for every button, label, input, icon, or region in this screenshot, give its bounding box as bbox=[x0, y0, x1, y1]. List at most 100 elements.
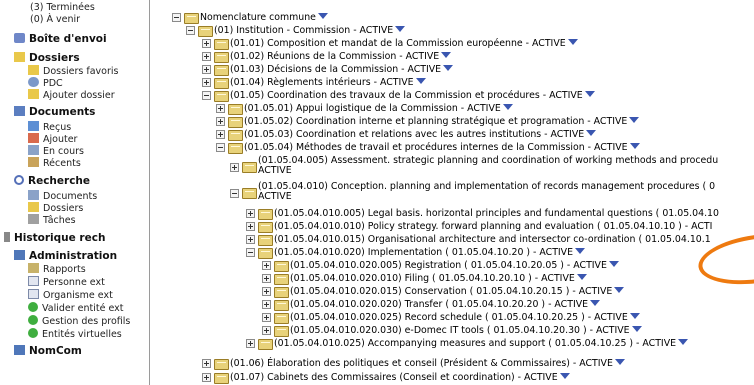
tree-label: (01.05.04.005) Assessment. strategic pla… bbox=[258, 155, 719, 166]
nav-personne-ext[interactable]: Personne ext bbox=[28, 276, 105, 289]
tree-row[interactable]: (01.07) Cabinets des Commissaires (Conse… bbox=[150, 371, 754, 384]
tree-row[interactable]: (01.05.04.010.005) Legal basis. horizont… bbox=[150, 207, 754, 220]
nav-gestion-profils[interactable]: Gestion des profils bbox=[28, 315, 130, 328]
dropdown-caret-icon[interactable] bbox=[567, 39, 578, 45]
nav-label: Dossiers bbox=[43, 203, 84, 214]
dossiers-heading[interactable]: Dossiers bbox=[14, 52, 80, 64]
expand-toggle[interactable] bbox=[262, 261, 271, 270]
dropdown-caret-icon[interactable] bbox=[586, 130, 597, 136]
expand-toggle[interactable] bbox=[202, 78, 211, 87]
dropdown-caret-icon[interactable] bbox=[629, 313, 640, 319]
nav-recents[interactable]: Récents bbox=[28, 157, 81, 170]
star-folder-icon bbox=[28, 65, 39, 75]
expand-toggle[interactable] bbox=[216, 104, 225, 113]
dropdown-caret-icon[interactable] bbox=[502, 104, 513, 110]
expand-toggle[interactable] bbox=[262, 300, 271, 309]
boite-envoi-label: Boîte d'envoi bbox=[29, 33, 107, 45]
dropdown-caret-icon[interactable] bbox=[629, 117, 640, 123]
expand-toggle[interactable] bbox=[202, 52, 211, 61]
dropdown-caret-icon[interactable] bbox=[415, 78, 426, 84]
dropdown-caret-icon[interactable] bbox=[575, 248, 586, 254]
tree-row-selected[interactable]: (01.05.04.010.020) Implementation ( 01.0… bbox=[150, 246, 754, 259]
dropdown-caret-icon[interactable] bbox=[590, 300, 601, 306]
collapse-toggle[interactable] bbox=[202, 91, 211, 100]
nav-valider-entite[interactable]: Valider entité ext bbox=[28, 302, 124, 315]
expand-toggle[interactable] bbox=[216, 130, 225, 139]
boite-envoi-link[interactable]: Boîte d'envoi bbox=[14, 33, 107, 45]
administration-title: Administration bbox=[29, 250, 118, 262]
nav-rapports[interactable]: Rapports bbox=[28, 263, 86, 276]
nomcom-link[interactable]: NomCom bbox=[14, 345, 82, 357]
tree-row[interactable]: (01.05.04.010.020.005) Registration ( 01… bbox=[150, 259, 754, 272]
expand-toggle[interactable] bbox=[262, 274, 271, 283]
tree-row[interactable]: (01.05.03) Coordination et relations ave… bbox=[150, 128, 754, 141]
tree-row[interactable]: (01.05.04.010.020.030) e-Domec IT tools … bbox=[150, 324, 754, 337]
expand-toggle[interactable] bbox=[216, 117, 225, 126]
recherche-heading[interactable]: Recherche bbox=[14, 175, 90, 187]
expand-toggle[interactable] bbox=[230, 163, 239, 172]
tree-row[interactable]: (01.03) Décisions de la Commission - ACT… bbox=[150, 63, 754, 76]
tree-label-status: ACTIVE bbox=[258, 165, 292, 176]
expand-toggle[interactable] bbox=[246, 339, 255, 348]
tree-label: (01.05.02) Coordination interne et plann… bbox=[244, 116, 628, 127]
dropdown-caret-icon[interactable] bbox=[584, 91, 595, 97]
dropdown-caret-icon[interactable] bbox=[441, 52, 452, 58]
dropdown-caret-icon[interactable] bbox=[614, 287, 625, 293]
tree-row[interactable]: (01.05.04.010) Conception. planning and … bbox=[150, 181, 754, 207]
tree-label: (01.05.04.010.020.005) Registration ( 01… bbox=[290, 260, 607, 271]
tree-row[interactable]: (01.05.04.010.015) Organisational archit… bbox=[150, 233, 754, 246]
folder-icon bbox=[258, 235, 273, 246]
tree-label: (01.05.04.010.020.020) Transfer ( 01.05.… bbox=[290, 299, 589, 310]
expand-toggle[interactable] bbox=[262, 287, 271, 296]
dropdown-caret-icon[interactable] bbox=[395, 26, 406, 32]
tree-row[interactable]: (01.02) Réunions de la Commission - ACTI… bbox=[150, 50, 754, 63]
tree-row[interactable]: (01.06) Élaboration des politiques et co… bbox=[150, 357, 754, 370]
collapse-toggle[interactable] bbox=[216, 143, 225, 152]
tree-row[interactable]: (01.05.04.010.020.010) Filing ( 01.05.04… bbox=[150, 272, 754, 285]
tree-row[interactable]: (01.05.01) Appui logistique de la Commis… bbox=[150, 102, 754, 115]
collapse-toggle[interactable] bbox=[246, 248, 255, 257]
nav-organisme-ext[interactable]: Organisme ext bbox=[28, 289, 113, 302]
tree-row[interactable]: (01.01) Composition et mandat de la Comm… bbox=[150, 37, 754, 50]
expand-toggle[interactable] bbox=[262, 326, 271, 335]
nav-ajouter-dossier[interactable]: Ajouter dossier bbox=[28, 89, 115, 102]
expand-toggle[interactable] bbox=[202, 39, 211, 48]
collapse-toggle[interactable] bbox=[230, 189, 239, 198]
tree-row-root[interactable]: Nomenclature commune bbox=[150, 11, 754, 24]
collapse-toggle[interactable] bbox=[186, 26, 195, 35]
tree-row[interactable]: (01.05.04) Méthodes de travail et procéd… bbox=[150, 141, 754, 154]
dropdown-caret-icon[interactable] bbox=[631, 326, 642, 332]
dropdown-caret-icon[interactable] bbox=[317, 13, 328, 19]
dropdown-caret-icon[interactable] bbox=[629, 143, 640, 149]
collapse-toggle[interactable] bbox=[172, 13, 181, 22]
nav-entites-virtuelles[interactable]: Entités virtuelles bbox=[28, 328, 122, 341]
expand-toggle[interactable] bbox=[246, 209, 255, 218]
tree-row[interactable]: (01) Institution - Commission - ACTIVE bbox=[150, 24, 754, 37]
expand-toggle[interactable] bbox=[246, 235, 255, 244]
tree-row[interactable]: (01.05.02) Coordination interne et plann… bbox=[150, 115, 754, 128]
tree-row[interactable]: (01.05.04.010.020.025) Record schedule (… bbox=[150, 311, 754, 324]
expand-toggle[interactable] bbox=[202, 65, 211, 74]
historique-link[interactable]: Historique rech bbox=[4, 232, 105, 244]
expand-toggle[interactable] bbox=[202, 373, 211, 382]
tree-row[interactable]: (01.05.04.010.020.015) Conservation ( 01… bbox=[150, 285, 754, 298]
tree-row[interactable]: (01.05.04.005) Assessment. strategic pla… bbox=[150, 155, 754, 181]
nav-search-taches[interactable]: Tâches bbox=[28, 214, 76, 227]
dropdown-caret-icon[interactable] bbox=[608, 261, 619, 267]
dropdown-caret-icon[interactable] bbox=[576, 274, 587, 280]
documents-heading[interactable]: Documents bbox=[14, 106, 95, 118]
tree-label: (01.02) Réunions de la Commission - ACTI… bbox=[230, 51, 440, 62]
dropdown-caret-icon[interactable] bbox=[559, 373, 570, 379]
dropdown-caret-icon[interactable] bbox=[678, 339, 689, 345]
tree-row[interactable]: (01.05.04.010.020.020) Transfer ( 01.05.… bbox=[150, 298, 754, 311]
expand-toggle[interactable] bbox=[202, 359, 211, 368]
expand-toggle[interactable] bbox=[262, 313, 271, 322]
dropdown-caret-icon[interactable] bbox=[614, 359, 625, 365]
tree-row[interactable]: (01.04) Règlements intérieurs - ACTIVE bbox=[150, 76, 754, 89]
dropdown-caret-icon[interactable] bbox=[443, 65, 454, 71]
tree-row[interactable]: (01.05.04.010.010) Policy strategy. forw… bbox=[150, 220, 754, 233]
expand-toggle[interactable] bbox=[246, 222, 255, 231]
tree-row[interactable]: (01.05) Coordination des travaux de la C… bbox=[150, 89, 754, 102]
administration-heading[interactable]: Administration bbox=[14, 250, 117, 262]
tree-row[interactable]: (01.05.04.010.025) Accompanying measures… bbox=[150, 337, 754, 350]
